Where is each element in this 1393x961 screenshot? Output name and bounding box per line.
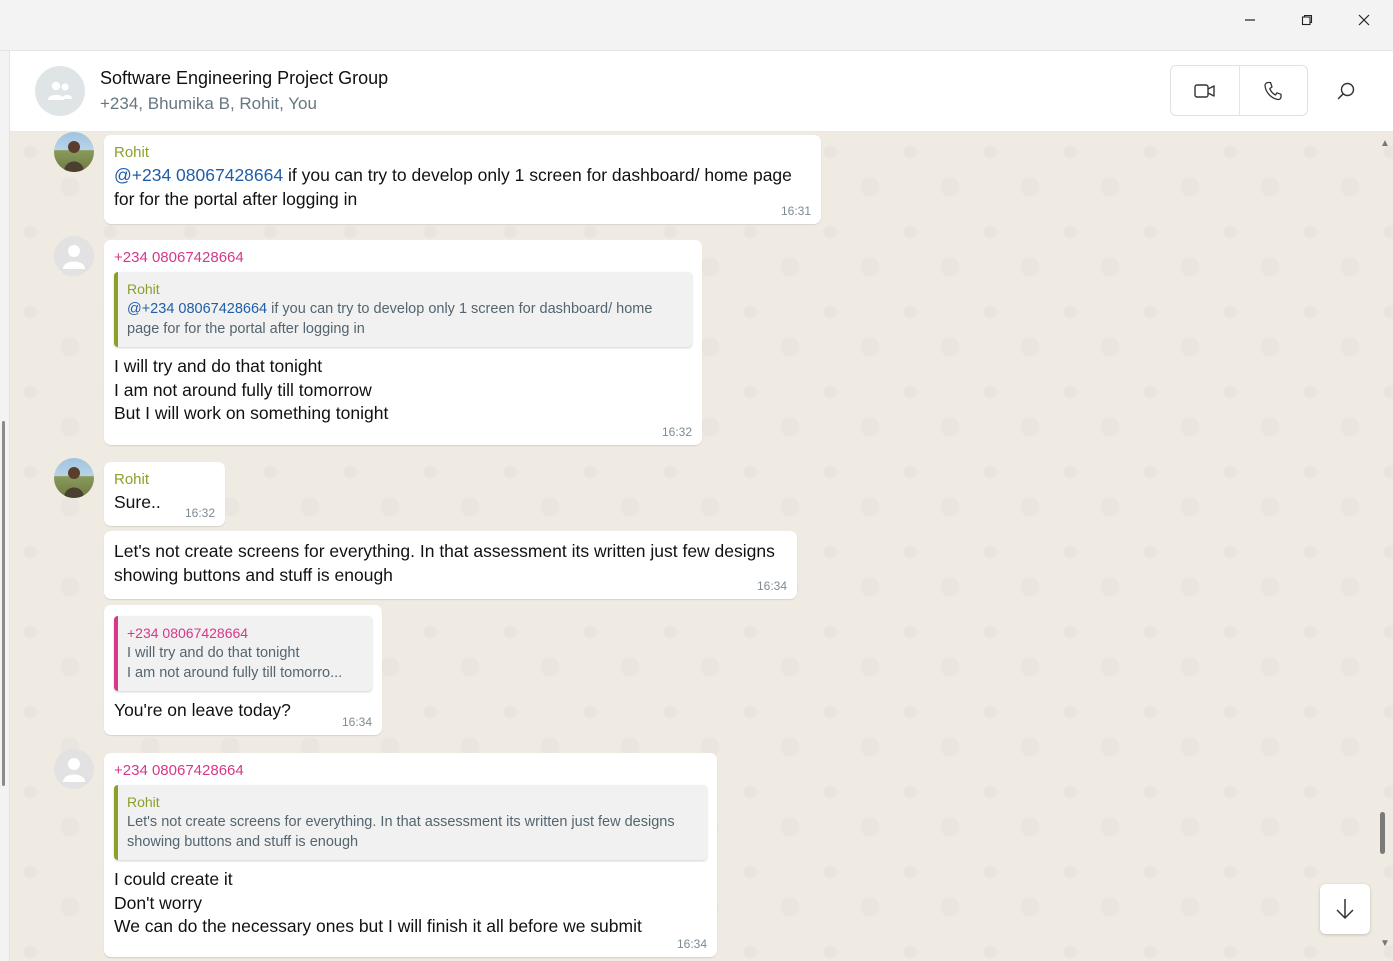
message-time: 16:32 — [184, 506, 215, 520]
message-bubble[interactable]: Let's not create screens for everything.… — [104, 531, 797, 599]
video-call-button[interactable] — [1171, 66, 1240, 115]
message-sender[interactable]: +234 08067428664 — [114, 762, 707, 779]
chat-scrollbar[interactable]: ▲ ▼ — [1376, 132, 1393, 961]
title-bar — [0, 0, 1393, 51]
message-line: I will try and do that tonight — [114, 356, 323, 376]
message-bubble[interactable]: Rohit Sure.. 16:32 — [104, 462, 225, 526]
scroll-to-bottom-button[interactable] — [1320, 884, 1370, 934]
group-icon — [48, 81, 72, 100]
message-time: 16:34 — [341, 715, 372, 729]
message-time: 16:34 — [756, 579, 787, 593]
person-photo — [64, 467, 84, 498]
message-line: We can do the necessary ones but I will … — [114, 916, 642, 936]
video-call-icon — [1194, 83, 1215, 98]
person-photo — [64, 141, 84, 172]
left-scrollbar[interactable] — [2, 421, 5, 786]
quoted-message[interactable]: Rohit Let's not create screens for every… — [114, 785, 707, 860]
message-bubble[interactable]: +234 08067428664 Rohit Let's not create … — [104, 753, 717, 957]
close-icon[interactable] — [1336, 0, 1392, 40]
quoted-line: I will try and do that tonight — [127, 645, 300, 661]
quoted-sender: Rohit — [127, 794, 160, 810]
person-icon — [63, 245, 85, 269]
scrollbar-thumb[interactable] — [1380, 812, 1385, 854]
group-avatar[interactable] — [35, 66, 85, 116]
message-bubble[interactable]: +234 08067428664 I will try and do that … — [104, 605, 382, 735]
quoted-message[interactable]: +234 08067428664 I will try and do that … — [114, 616, 372, 691]
message-line: Don't worry — [114, 892, 202, 913]
quoted-message[interactable]: Rohit @+234 08067428664 if you can try t… — [114, 272, 692, 347]
message-line: I could create it — [114, 869, 233, 889]
message-sender[interactable]: +234 08067428664 — [114, 249, 692, 266]
quoted-sender: Rohit — [127, 281, 160, 297]
voice-call-button[interactable] — [1239, 66, 1307, 115]
message-sender[interactable]: Rohit — [114, 144, 811, 161]
quoted-text: @+234 08067428664 if you can try to deve… — [127, 301, 653, 337]
quoted-text: Let's not create screens for everything.… — [127, 814, 675, 850]
avatar-rohit[interactable] — [54, 458, 94, 498]
quoted-line: I am not around fully till tomorro... — [127, 665, 343, 681]
call-buttons — [1170, 65, 1308, 116]
avatar-default[interactable] — [54, 236, 94, 276]
minimize-icon[interactable] — [1222, 0, 1278, 40]
scroll-up-arrow-icon[interactable]: ▲ — [1380, 138, 1390, 149]
message-text: You're on leave today? — [114, 700, 291, 720]
quoted-sender: +234 08067428664 — [127, 625, 249, 641]
message-time: 16:34 — [676, 937, 707, 951]
chat-area[interactable]: Rohit @+234 08067428664 if you can try t… — [10, 132, 1393, 961]
message-bubble[interactable]: +234 08067428664 Rohit @+234 08067428664… — [104, 240, 702, 445]
chat-members[interactable]: +234, Bhumika B, Rohit, You — [100, 94, 317, 114]
voice-call-icon — [1264, 81, 1282, 100]
chat-header: Software Engineering Project Group +234,… — [10, 51, 1393, 132]
message-bubble[interactable]: Rohit @+234 08067428664 if you can try t… — [104, 135, 821, 224]
message-sender[interactable]: Rohit — [114, 471, 215, 488]
message-line: But I will work on something tonight — [114, 403, 389, 423]
message-line: I am not around fully till tomorrow — [114, 379, 372, 400]
scroll-down-arrow-icon[interactable]: ▼ — [1380, 938, 1390, 949]
chat-title[interactable]: Software Engineering Project Group — [100, 68, 388, 89]
message-time: 16:32 — [661, 425, 692, 439]
message-text: Let's not create screens for everything.… — [114, 541, 775, 585]
arrow-down-icon — [1336, 899, 1354, 920]
mention-link[interactable]: @+234 08067428664 — [114, 165, 283, 185]
message-time: 16:31 — [780, 204, 811, 218]
search-icon — [1337, 82, 1355, 100]
search-button[interactable] — [1326, 73, 1366, 109]
avatar-default[interactable] — [54, 749, 94, 789]
restore-icon[interactable] — [1279, 0, 1335, 40]
avatar-rohit[interactable] — [54, 132, 94, 172]
person-icon — [63, 758, 85, 782]
left-panel-edge — [0, 51, 10, 961]
message-text: @+234 08067428664 if you can try to deve… — [114, 165, 792, 209]
